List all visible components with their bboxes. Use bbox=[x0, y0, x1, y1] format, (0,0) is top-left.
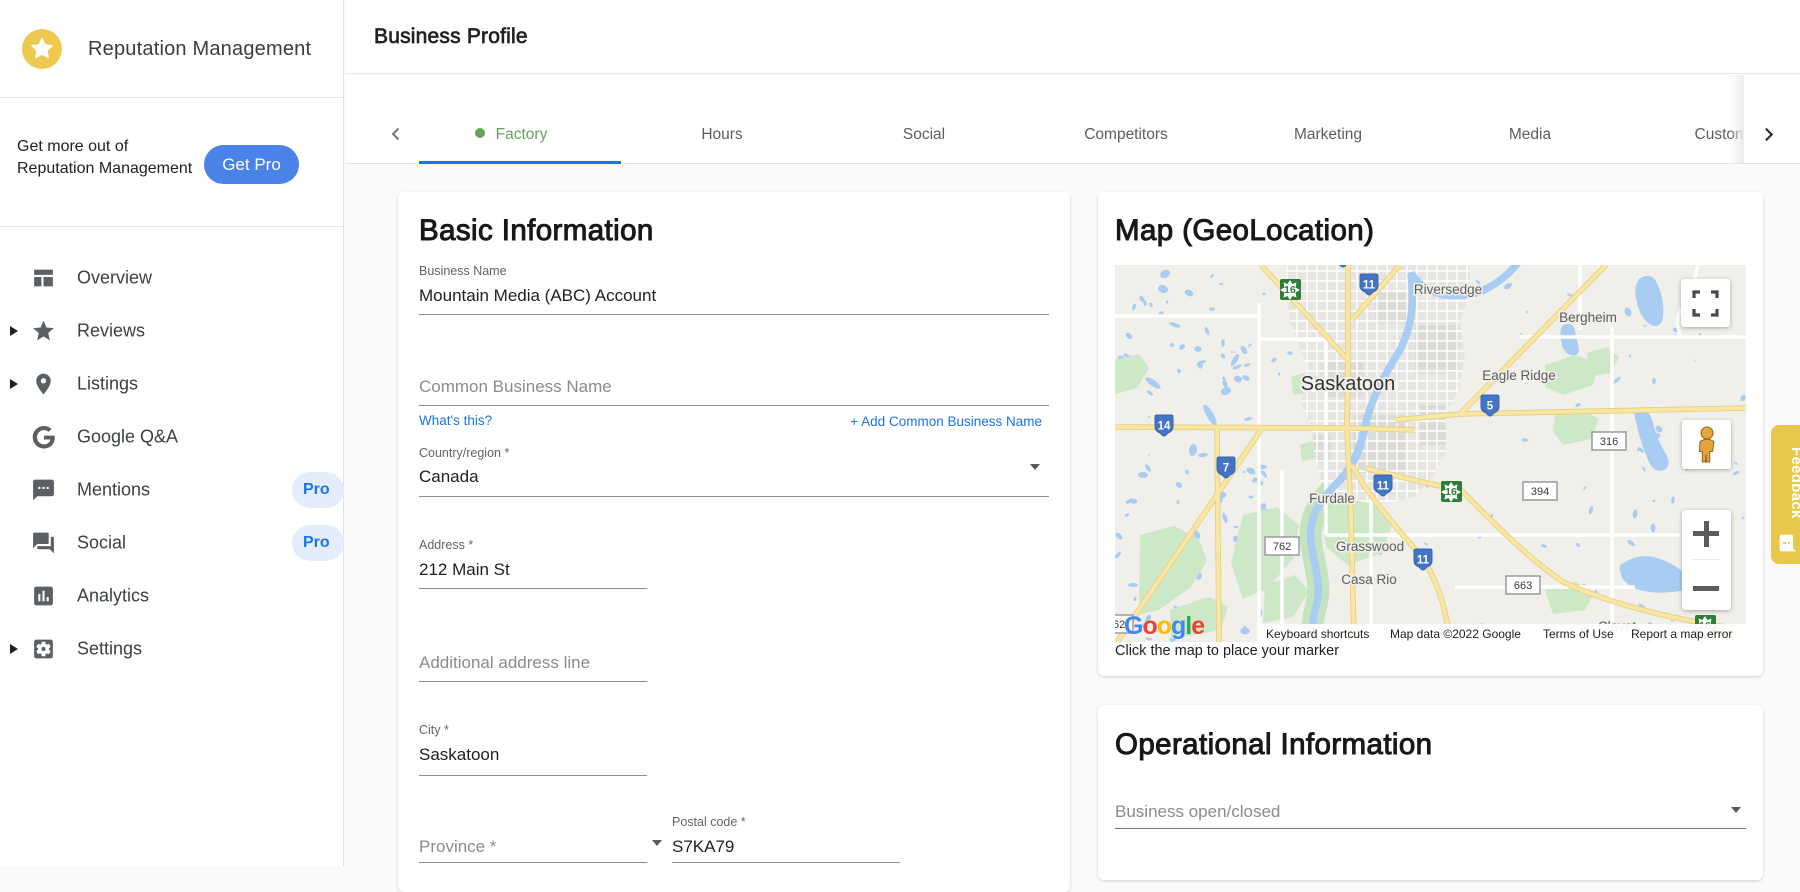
svg-text:7: 7 bbox=[1223, 463, 1229, 475]
svg-text:Grasswood: Grasswood bbox=[1336, 539, 1404, 554]
svg-text:Bergheim: Bergheim bbox=[1559, 310, 1617, 325]
svg-text:Furdale: Furdale bbox=[1309, 491, 1355, 506]
svg-text:11: 11 bbox=[1417, 555, 1430, 567]
svg-text:394: 394 bbox=[1531, 486, 1549, 498]
svg-text:Saskatoon: Saskatoon bbox=[1301, 373, 1396, 395]
svg-text:11: 11 bbox=[1377, 481, 1390, 493]
svg-text:Casa Rio: Casa Rio bbox=[1341, 572, 1397, 587]
svg-text:5: 5 bbox=[1487, 401, 1494, 413]
svg-text:Eagle Ridge: Eagle Ridge bbox=[1482, 368, 1556, 383]
svg-text:14: 14 bbox=[1158, 421, 1171, 433]
svg-text:16: 16 bbox=[1445, 486, 1457, 498]
svg-text:16: 16 bbox=[1284, 284, 1296, 296]
svg-text:316: 316 bbox=[1600, 436, 1618, 448]
svg-text:Riversedge: Riversedge bbox=[1414, 282, 1482, 297]
svg-text:663: 663 bbox=[1514, 580, 1532, 592]
svg-text:11: 11 bbox=[1363, 280, 1376, 292]
svg-text:762: 762 bbox=[1273, 541, 1291, 553]
